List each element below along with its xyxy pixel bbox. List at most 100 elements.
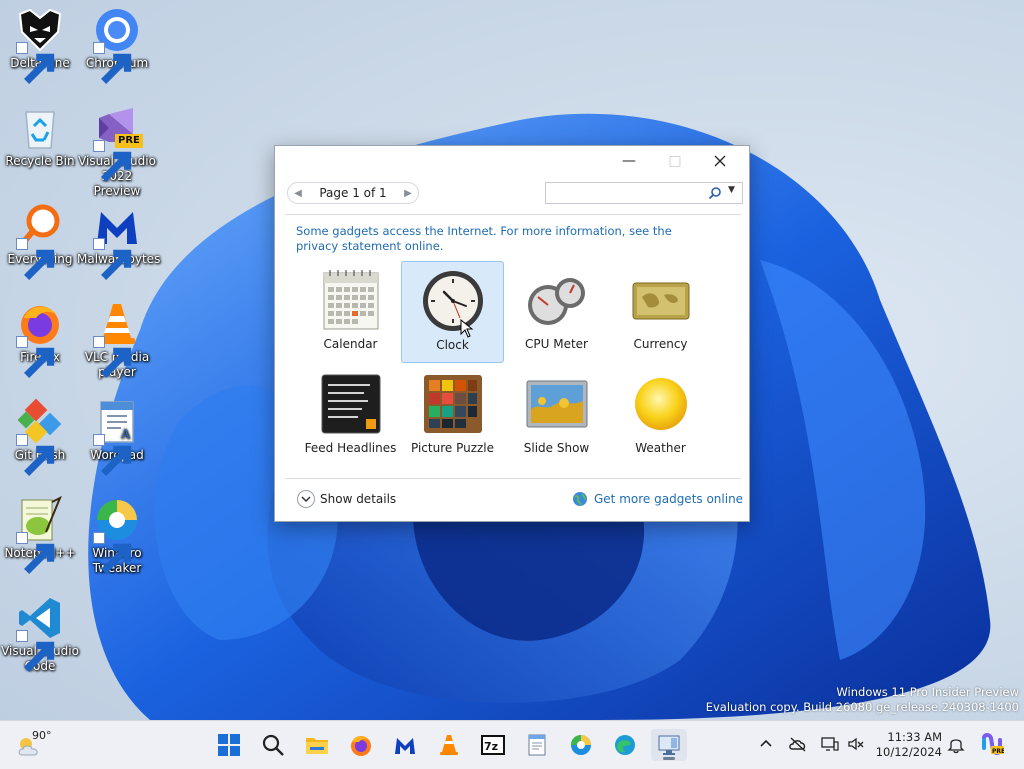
notifications-button[interactable] bbox=[946, 734, 966, 754]
page-indicator: Page 1 of 1 bbox=[319, 186, 387, 200]
svg-text:PRE: PRE bbox=[992, 748, 1004, 755]
desktop-icon-firefox[interactable]: Firefox bbox=[0, 300, 80, 378]
divider bbox=[285, 478, 741, 479]
desktop-icon-chromium[interactable]: Chromium bbox=[77, 6, 157, 84]
search-icon bbox=[262, 734, 284, 756]
gadget-label: Clock bbox=[436, 338, 469, 352]
taskbar-search-button[interactable] bbox=[255, 729, 291, 761]
shortcut-arrow-icon bbox=[16, 434, 55, 476]
taskbar-7zip[interactable]: 7z bbox=[475, 729, 511, 761]
sun-icon bbox=[634, 378, 687, 430]
edge-icon bbox=[615, 735, 635, 755]
gadget-toolbar: ◀ Page 1 of 1 ▶ ▼ bbox=[285, 182, 743, 208]
chevron-down-icon bbox=[297, 490, 315, 508]
notepad-icon bbox=[528, 734, 546, 756]
recycle-bin-icon bbox=[25, 111, 55, 149]
gadget-label: Weather bbox=[635, 441, 686, 455]
start-button[interactable] bbox=[211, 729, 247, 761]
next-page-button[interactable]: ▶ bbox=[398, 188, 418, 199]
gadget-label: CPU Meter bbox=[525, 337, 588, 351]
shortcut-arrow-icon bbox=[16, 238, 55, 280]
malwarebytes-icon bbox=[395, 738, 415, 754]
desktop-icon-vscode[interactable]: Visual Studio Code bbox=[0, 594, 80, 674]
network-icon bbox=[821, 737, 839, 751]
search-input[interactable] bbox=[550, 185, 704, 203]
weather-widget[interactable]: 90° bbox=[14, 727, 64, 763]
taskbar-vlc[interactable] bbox=[431, 729, 467, 761]
desktop-icon-deltarune[interactable]: Deltarune bbox=[0, 6, 80, 84]
clock-date: 10/12/2024 bbox=[875, 745, 942, 759]
gadget-label: Currency bbox=[633, 337, 688, 351]
gadget-label: Calendar bbox=[323, 337, 378, 351]
desktop-icon-visual-studio[interactable]: PRE Visual Studio 2022 Preview bbox=[77, 104, 157, 199]
title-bar[interactable]: — □ bbox=[275, 146, 749, 176]
show-hidden-icons-button[interactable] bbox=[756, 734, 776, 754]
copilot-button[interactable]: PRE bbox=[980, 732, 1004, 756]
previous-page-button[interactable]: ◀ bbox=[288, 188, 308, 199]
tray-network[interactable] bbox=[820, 734, 840, 754]
gadget-search-box[interactable]: ▼ bbox=[545, 182, 743, 204]
evaluation-watermark: Windows 11 Pro Insider Preview Evaluatio… bbox=[706, 685, 1019, 715]
shortcut-arrow-icon bbox=[16, 336, 55, 378]
taskbar-winaero-tweaker[interactable] bbox=[563, 729, 599, 761]
feed-headlines-icon bbox=[321, 374, 380, 434]
gadgets-window: — □ ◀ Page 1 of 1 ▶ ▼ Some gadgets acces… bbox=[274, 145, 750, 522]
taskbar-malwarebytes[interactable] bbox=[387, 729, 423, 761]
search-dropdown-icon[interactable]: ▼ bbox=[728, 185, 735, 195]
desktop-icon-vlc[interactable]: VLC media player bbox=[77, 300, 157, 380]
show-details-toggle[interactable]: Show details bbox=[297, 489, 396, 509]
taskbar-file-explorer[interactable] bbox=[299, 729, 335, 761]
page-navigator: ◀ Page 1 of 1 ▶ bbox=[287, 182, 419, 204]
maximize-icon: □ bbox=[668, 153, 682, 169]
gadget-cpu-meter[interactable]: CPU Meter bbox=[505, 261, 608, 363]
taskbar-firefox[interactable] bbox=[343, 729, 379, 761]
desktop-icon-git-bash[interactable]: Git Bash bbox=[0, 398, 80, 476]
desktop-icon-everything[interactable]: Everything bbox=[0, 202, 80, 280]
watermark-line-1: Windows 11 Pro Insider Preview bbox=[836, 685, 1019, 699]
chevron-up-icon bbox=[760, 739, 772, 747]
slide-show-icon bbox=[526, 380, 587, 428]
gadget-currency[interactable]: Currency bbox=[609, 261, 712, 363]
close-button[interactable] bbox=[697, 146, 743, 176]
taskbar-clock[interactable]: 11:33 AM 10/12/2024 bbox=[870, 730, 942, 760]
privacy-info-link[interactable]: Some gadgets access the Internet. For mo… bbox=[296, 224, 716, 254]
desktop-icon-notepad-plus-plus[interactable]: Notepad++ bbox=[0, 496, 80, 574]
calendar-icon bbox=[323, 270, 378, 330]
clock-time: 11:33 AM bbox=[887, 730, 942, 744]
shortcut-arrow-icon bbox=[93, 336, 132, 378]
desktop-icon-wordpad[interactable]: A Wordpad bbox=[77, 398, 157, 476]
tray-volume[interactable] bbox=[846, 734, 866, 754]
cpu-meter-icon bbox=[527, 278, 585, 325]
gadget-slide-show[interactable]: Slide Show bbox=[505, 365, 608, 467]
gadget-label: Feed Headlines bbox=[304, 441, 397, 455]
volume-muted-icon bbox=[848, 737, 864, 751]
gadget-calendar[interactable]: Calendar bbox=[299, 261, 402, 363]
shortcut-arrow-icon bbox=[16, 42, 55, 84]
desktop-icon-malwarebytes[interactable]: Malwarebytes bbox=[77, 202, 160, 280]
shortcut-arrow-icon bbox=[93, 238, 132, 280]
get-more-gadgets-link[interactable]: Get more gadgets online bbox=[572, 489, 743, 509]
taskbar-notepad[interactable] bbox=[519, 729, 555, 761]
search-icon[interactable] bbox=[708, 186, 722, 200]
taskbar: 90° 7z 11:33 AM 10/12/2024 PRE bbox=[0, 720, 1024, 769]
winaero-tweaker-icon bbox=[571, 735, 591, 755]
gadget-feed-headlines[interactable]: Feed Headlines bbox=[299, 365, 402, 467]
taskbar-edge[interactable] bbox=[607, 729, 643, 761]
desktop-icon-winaero-tweaker[interactable]: Winaero Tweaker bbox=[77, 496, 157, 576]
shortcut-arrow-icon bbox=[16, 630, 55, 672]
currency-icon bbox=[632, 282, 689, 320]
desktop-icon-label: Recycle Bin bbox=[5, 154, 75, 168]
mouse-cursor-icon bbox=[460, 319, 474, 338]
minimize-button[interactable]: — bbox=[606, 146, 652, 176]
picture-puzzle-icon bbox=[423, 375, 482, 433]
desktop-icon-recycle-bin[interactable]: Recycle Bin bbox=[0, 104, 80, 169]
clock-icon bbox=[422, 271, 483, 331]
shortcut-arrow-icon bbox=[93, 532, 132, 574]
gadget-picture-puzzle[interactable]: Picture Puzzle bbox=[401, 365, 504, 467]
taskbar-gadgets[interactable] bbox=[651, 729, 687, 761]
tray-onedrive[interactable] bbox=[788, 734, 808, 754]
gadget-clock[interactable]: Clock bbox=[401, 261, 504, 363]
file-explorer-icon bbox=[306, 738, 328, 754]
gadget-weather[interactable]: Weather bbox=[609, 365, 712, 467]
svg-text:7z: 7z bbox=[484, 740, 498, 753]
